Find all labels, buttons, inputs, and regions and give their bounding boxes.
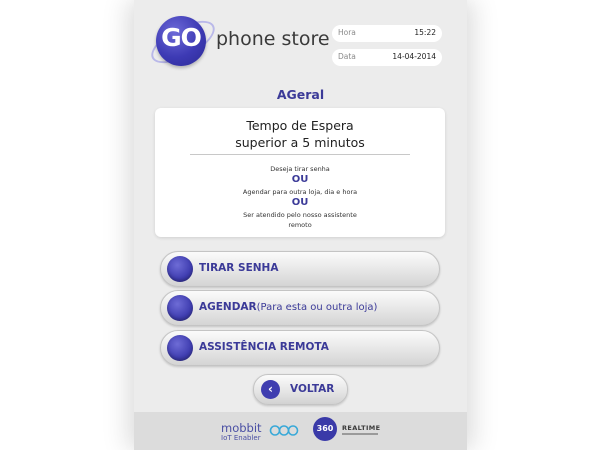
footer-bar xyxy=(134,412,467,450)
card-title: Tempo de Espera superior a 5 minutos xyxy=(155,117,445,151)
card-or-1: OU xyxy=(291,174,309,185)
assistencia-remota-button[interactable]: ASSISTÊNCIA REMOTA xyxy=(160,330,440,366)
hora-value: 15:22 xyxy=(414,28,436,37)
voltar-button[interactable]: ‹ VOLTAR xyxy=(253,374,348,405)
realtime-tagline-bar xyxy=(342,433,378,435)
realtime-360-badge: 360 xyxy=(313,417,337,441)
data-label: Data xyxy=(338,52,356,61)
realtime-logo-text: REALTIME xyxy=(342,424,381,432)
data-field: Data 14-04-2014 xyxy=(332,49,442,66)
card-title-line-2: superior a 5 minutos xyxy=(235,135,365,150)
card-line-remoto: remoto xyxy=(288,221,312,229)
circle-bullet-icon xyxy=(167,335,193,361)
logo-phone-store-text: phone store xyxy=(216,28,330,50)
card-line-tirar-senha: Deseja tirar senha xyxy=(270,165,330,173)
card-line-assistente: Ser atendido pelo nosso assistente xyxy=(243,211,357,219)
data-value: 14-04-2014 xyxy=(392,52,436,61)
card-or-2: OU xyxy=(291,197,309,208)
tirar-senha-label: TIRAR SENHA xyxy=(199,262,279,274)
voltar-label: VOLTAR xyxy=(290,383,335,395)
card-title-line-1: Tempo de Espera xyxy=(246,118,354,133)
store-name: AGeral xyxy=(276,87,325,102)
circle-bullet-icon xyxy=(167,256,193,282)
chevron-left-icon: ‹ xyxy=(261,380,280,399)
hora-field: Hora 15:22 xyxy=(332,25,442,42)
logo-go-text: GO xyxy=(161,23,202,52)
card-divider xyxy=(190,154,410,155)
agendar-sub-label: (Para esta ou outra loja) xyxy=(256,302,378,313)
mobbit-logo-text: mobbit xyxy=(221,421,262,435)
card-line-agendar: Agendar para outra loja, dia e hora xyxy=(242,188,358,196)
hora-label: Hora xyxy=(338,28,356,37)
agendar-label: AGENDAR(Para esta ou outra loja) xyxy=(199,301,378,313)
circle-bullet-icon xyxy=(167,295,193,321)
mobbit-loops-icon xyxy=(269,425,299,436)
mobbit-tagline: IoT Enabler xyxy=(221,434,261,442)
wait-time-card: Tempo de Espera superior a 5 minutos Des… xyxy=(155,108,445,237)
tirar-senha-button[interactable]: TIRAR SENHA xyxy=(160,251,440,287)
agendar-button[interactable]: AGENDAR(Para esta ou outra loja) xyxy=(160,290,440,326)
assistencia-remota-label: ASSISTÊNCIA REMOTA xyxy=(199,341,329,353)
